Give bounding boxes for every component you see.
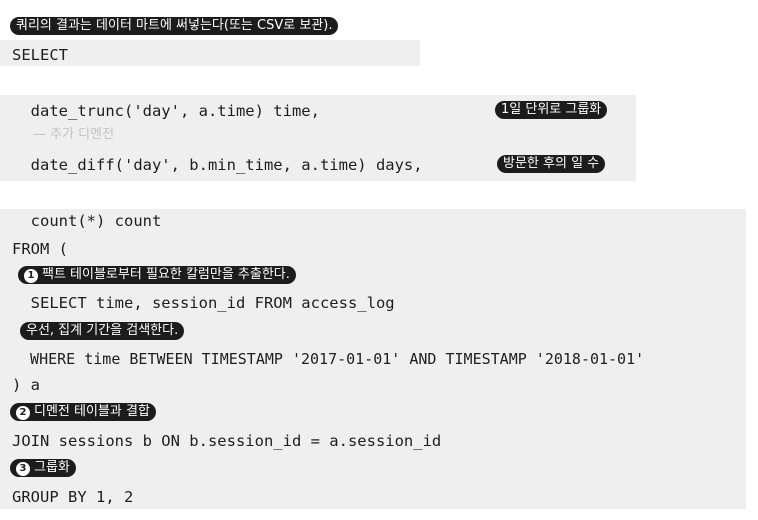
code-line-select: SELECT	[12, 46, 68, 64]
code-line-count: count(*) count	[12, 212, 162, 230]
note-group-by-day: 1일 단위로 그룹화	[495, 101, 608, 119]
step-number-2: 2	[16, 406, 30, 420]
note-step1-label: 팩트 테이블로부터 필요한 칼럼만을 추출한다.	[42, 267, 290, 282]
code-line-date-trunc: date_trunc('day', a.time) time,	[12, 102, 320, 120]
note-step1-extract-columns: 1 팩트 테이블로부터 필요한 칼럼만을 추출한다.	[18, 266, 296, 284]
note-step2-label: 디멘전 테이블과 결합	[34, 404, 150, 419]
code-line-date-diff: date_diff('day', b.min_time, a.time) day…	[12, 156, 423, 174]
code-line-close-subquery: ) a	[12, 376, 40, 394]
note-added-dimension: — 추가 디멘전	[33, 127, 115, 142]
code-line-inner-select: SELECT time, session_id FROM access_log	[12, 294, 395, 312]
note-filter-period: 우선, 집계 기간을 검색한다.	[20, 322, 185, 340]
note-days-after-visit: 방문한 후의 일 수	[497, 155, 606, 173]
note-step2-join-dimension: 2 디멘전 테이블과 결합	[10, 403, 156, 421]
code-line-group-by: GROUP BY 1, 2	[12, 488, 134, 506]
note-step3-grouping: 3 그룹화	[10, 459, 76, 477]
code-line-where: WHERE time BETWEEN TIMESTAMP '2017-01-01…	[12, 350, 645, 368]
note-write-to-data-mart: 쿼리의 결과는 데이터 마트에 써넣는다(또는 CSV로 보관).	[10, 17, 339, 35]
code-line-from: FROM (	[12, 240, 68, 258]
code-line-join: JOIN sessions b ON b.session_id = a.sess…	[12, 432, 442, 450]
step-number-1: 1	[24, 269, 38, 283]
step-number-3: 3	[16, 462, 30, 476]
note-step3-label: 그룹화	[34, 460, 70, 475]
